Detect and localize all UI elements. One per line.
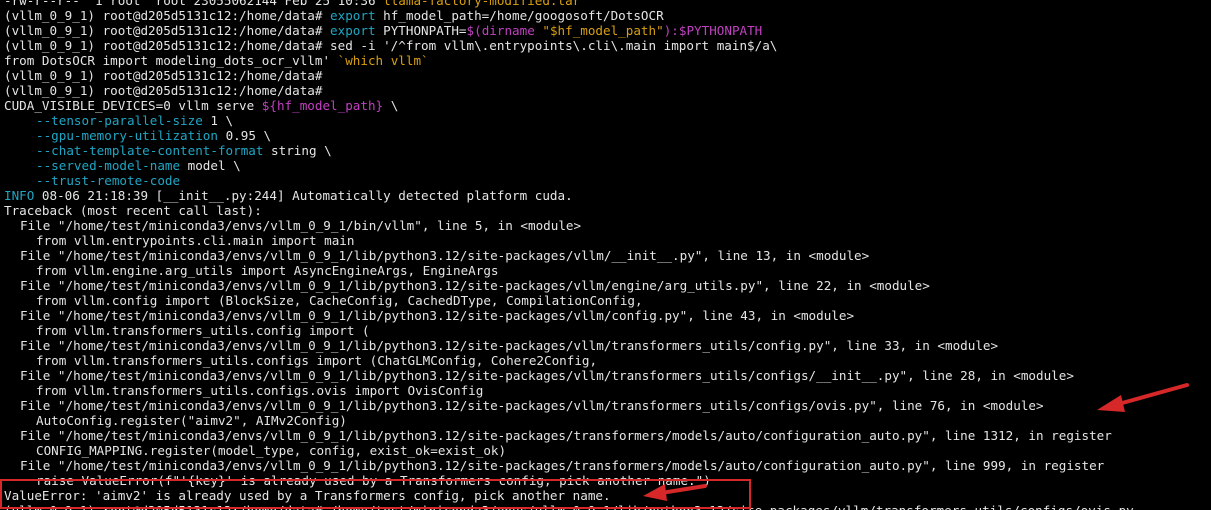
terminal-line: (vllm_0_9_1) root@d205d5131c12:/home/dat… xyxy=(4,68,322,83)
terminal-line: Traceback (most recent call last): xyxy=(4,203,262,218)
terminal-text: from DotsOCR import modeling_dots_ocr_vl… xyxy=(4,53,338,68)
terminal-text: string \ xyxy=(263,143,332,158)
terminal-line: (vllm_0_9_1) root@d205d5131c12:/home/dat… xyxy=(4,23,762,38)
terminal-text: from vllm.transformers_utils.configs imp… xyxy=(36,353,598,368)
terminal-line: from DotsOCR import modeling_dots_ocr_vl… xyxy=(4,53,429,68)
terminal-line: --gpu-memory-utilization 0.95 \ xyxy=(4,128,271,143)
terminal-text: (vllm_0_9_1) root@d205d5131c12:/home/dat… xyxy=(4,8,331,23)
terminal-text: AutoConfig.register("aimv2", AIMv2Config… xyxy=(36,413,347,428)
terminal-text: --served-model-name xyxy=(36,158,181,173)
terminal-text: 0.95 \ xyxy=(217,128,272,143)
terminal-line: from vllm.transformers_utils.config impo… xyxy=(4,323,370,338)
terminal-text: CONFIG_MAPPING.register(model_type, conf… xyxy=(36,443,507,458)
error-highlight-box xyxy=(0,479,751,509)
terminal-text: from vllm.entrypoints.cli.main import ma… xyxy=(36,233,355,248)
terminal-text: $(dirname xyxy=(466,23,543,38)
terminal-text: File "/home/test/miniconda3/envs/vllm_0_… xyxy=(20,338,999,353)
terminal-line: (vllm_0_9_1) root@d205d5131c12:/home/dat… xyxy=(4,83,322,98)
terminal-text: --chat-template-content-format xyxy=(36,143,264,158)
terminal-text: llama-factory-modified.tar xyxy=(383,0,581,8)
terminal-text: hf_model_path=/home/googosoft/DotsOCR xyxy=(375,8,664,23)
terminal-line: --tensor-parallel-size 1 \ xyxy=(4,113,233,128)
terminal-line: File "/home/test/miniconda3/envs/vllm_0_… xyxy=(4,278,930,293)
terminal-line: INFO 08-06 21:18:39 [__init__.py:244] Au… xyxy=(4,188,573,203)
terminal-text: INFO xyxy=(4,188,35,203)
terminal-text: (vllm_0_9_1) root@d205d5131c12:/home/dat… xyxy=(4,23,331,38)
terminal-line: from vllm.engine.arg_utils import AsyncE… xyxy=(4,263,499,278)
terminal-line: File "/home/test/miniconda3/envs/vllm_0_… xyxy=(4,338,998,353)
terminal-text: File "/home/test/miniconda3/envs/vllm_0_… xyxy=(20,218,582,233)
terminal-text: --gpu-memory-utilization xyxy=(36,128,218,143)
terminal-line: (vllm_0_9_1) root@d205d5131c12:/home/dat… xyxy=(4,8,664,23)
terminal-line: File "/home/test/miniconda3/envs/vllm_0_… xyxy=(4,308,854,323)
terminal-line: AutoConfig.register("aimv2", AIMv2Config… xyxy=(4,413,347,428)
terminal-text: File "/home/test/miniconda3/envs/vllm_0_… xyxy=(20,428,1112,443)
terminal-text: from vllm.transformers_utils.configs.ovi… xyxy=(36,383,484,398)
terminal-line: File "/home/test/miniconda3/envs/vllm_0_… xyxy=(4,218,581,233)
red-arrow-icon xyxy=(1097,383,1189,412)
terminal-line: (vllm_0_9_1) root@d205d5131c12:/home/dat… xyxy=(4,38,777,53)
terminal-line: -rw-r--r-- 1 root root 23055062144 Feb 2… xyxy=(4,0,580,8)
terminal-text: -rw-r--r-- 1 root root 23055062144 Feb 2… xyxy=(4,0,384,8)
terminal-text: `which vllm` xyxy=(337,53,429,68)
terminal-line: from vllm.entrypoints.cli.main import ma… xyxy=(4,233,354,248)
terminal-text: export xyxy=(330,23,376,38)
terminal-text: :$PYTHONPATH xyxy=(671,23,763,38)
terminal-text: File "/home/test/miniconda3/envs/vllm_0_… xyxy=(20,278,930,293)
terminal-text: PYTHONPATH= xyxy=(375,23,467,38)
terminal-line: File "/home/test/miniconda3/envs/vllm_0_… xyxy=(4,248,869,263)
terminal-text: export xyxy=(330,8,376,23)
terminal-text: ${hf_model_path} xyxy=(261,98,384,113)
terminal-text: (vllm_0_9_1) root@d205d5131c12:/home/dat… xyxy=(4,38,778,53)
terminal-text: from vllm.transformers_utils.config impo… xyxy=(36,323,370,338)
terminal-line: CUDA_VISIBLE_DEVICES=0 vllm serve ${hf_m… xyxy=(4,98,398,113)
terminal-line: File "/home/test/miniconda3/envs/vllm_0_… xyxy=(4,398,1044,413)
terminal-line: File "/home/test/miniconda3/envs/vllm_0_… xyxy=(4,368,1074,383)
terminal-line: from vllm.transformers_utils.configs imp… xyxy=(4,353,597,368)
terminal-text: 08-06 21:18:39 [__init__.py:244] Automat… xyxy=(34,188,573,203)
terminal-line: --served-model-name model \ xyxy=(4,158,241,173)
terminal-text: File "/home/test/miniconda3/envs/vllm_0_… xyxy=(20,368,1074,383)
terminal-text: (vllm_0_9_1) root@d205d5131c12:/home/dat… xyxy=(4,68,323,83)
terminal-line: --trust-remote-code xyxy=(4,173,180,188)
terminal-text: CUDA_VISIBLE_DEVICES=0 vllm serve xyxy=(4,98,262,113)
terminal-text: File "/home/test/miniconda3/envs/vllm_0_… xyxy=(20,308,855,323)
terminal-text: File "/home/test/miniconda3/envs/vllm_0_… xyxy=(20,398,1044,413)
terminal-text: File "/home/test/miniconda3/envs/vllm_0_… xyxy=(20,458,1105,473)
terminal-text: File "/home/test/miniconda3/envs/vllm_0_… xyxy=(20,248,870,263)
terminal-text: \ xyxy=(383,98,399,113)
terminal-line: CONFIG_MAPPING.register(model_type, conf… xyxy=(4,443,506,458)
terminal-text: model \ xyxy=(180,158,241,173)
terminal-line: File "/home/test/miniconda3/envs/vllm_0_… xyxy=(4,428,1112,443)
terminal-text: 1 \ xyxy=(202,113,234,128)
terminal-text: (vllm_0_9_1) root@d205d5131c12:/home/dat… xyxy=(4,83,323,98)
terminal-line: from vllm.config import (BlockSize, Cach… xyxy=(4,293,643,308)
terminal-text: from vllm.config import (BlockSize, Cach… xyxy=(36,293,643,308)
red-arrow-icon xyxy=(643,484,707,501)
terminal-text: --tensor-parallel-size xyxy=(36,113,203,128)
terminal-text: from vllm.engine.arg_utils import AsyncE… xyxy=(36,263,499,278)
terminal-text: Traceback (most recent call last): xyxy=(4,203,262,218)
terminal-text: "$hf_model_path" xyxy=(542,23,664,38)
terminal-window[interactable]: -rw-r--r-- 1 root root 23055062144 Feb 2… xyxy=(0,0,1211,510)
terminal-line: from vllm.transformers_utils.configs.ovi… xyxy=(4,383,483,398)
terminal-line: File "/home/test/miniconda3/envs/vllm_0_… xyxy=(4,458,1104,473)
terminal-line: --chat-template-content-format string \ xyxy=(4,143,332,158)
terminal-text: --trust-remote-code xyxy=(36,173,181,188)
